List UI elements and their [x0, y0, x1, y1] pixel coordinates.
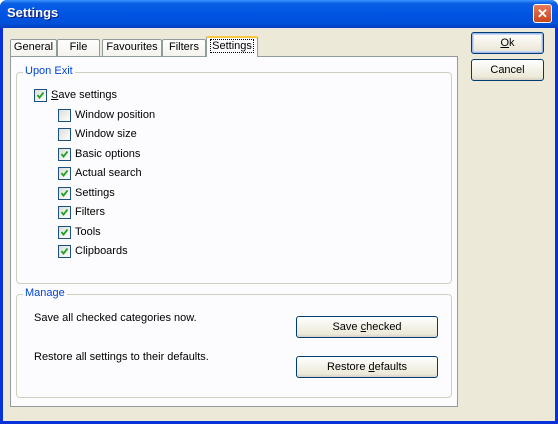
settings-box[interactable] — [58, 187, 71, 200]
ok-accel: O — [500, 37, 510, 49]
window-size-box[interactable] — [58, 128, 71, 141]
save-checked-button[interactable]: Save checked — [296, 316, 438, 338]
save-settings-label-rest: ave settings — [58, 89, 118, 101]
dialog-client-area: General File Favourites Filters Settings… — [3, 28, 555, 421]
check-icon — [61, 248, 68, 255]
tab-settings-label: Settings — [210, 39, 254, 53]
settings-window: Settings ✕ General File Favourites Filte… — [0, 0, 558, 424]
window-position-label: Window position — [75, 109, 156, 121]
manage-label: Manage — [23, 287, 67, 299]
tab-filters[interactable]: Filters — [162, 39, 206, 56]
cancel-button[interactable]: Cancel — [471, 59, 544, 81]
title-bar[interactable]: Settings ✕ — [0, 0, 558, 28]
cancel-label: Cancel — [490, 64, 525, 76]
actual-search-label: Actual search — [75, 167, 142, 179]
window-position-box[interactable] — [58, 109, 71, 122]
save-settings-label: Save settings — [51, 89, 117, 102]
check-icon — [37, 92, 44, 99]
save-description: Save all checked categories now. — [34, 312, 197, 324]
manage-group: Manage Save all checked categories now. … — [16, 287, 452, 398]
check-icon — [61, 151, 68, 158]
window-title: Settings — [7, 5, 59, 20]
tab-file-label: File — [69, 41, 88, 53]
check-icon — [61, 190, 68, 197]
tab-favourites-label: Favourites — [106, 41, 158, 53]
actual-search-box[interactable] — [58, 167, 71, 180]
save-checked-label-pre: Save — [332, 321, 361, 333]
restore-defaults-label-pre: Restore — [326, 361, 369, 373]
upon-exit-group: Upon Exit Save settings Window position … — [16, 65, 452, 284]
ok-button[interactable]: Ok — [471, 32, 544, 54]
tab-general[interactable]: General — [10, 39, 57, 56]
tab-file[interactable]: File — [57, 39, 100, 56]
tools-box[interactable] — [58, 226, 71, 239]
restore-defaults-button[interactable]: Restore defaults — [296, 356, 438, 378]
basic-options-label: Basic options — [75, 148, 141, 160]
restore-defaults-label-post: efaults — [374, 361, 408, 373]
settings-tab-panel: Upon Exit Save settings Window position … — [10, 56, 458, 407]
save-settings-box[interactable] — [34, 89, 47, 102]
close-icon: ✕ — [537, 6, 548, 21]
tools-label: Tools — [75, 226, 101, 238]
upon-exit-label: Upon Exit — [23, 65, 75, 77]
check-icon — [61, 229, 68, 236]
tab-filters-label: Filters — [169, 41, 199, 53]
settings-label: Settings — [75, 187, 115, 199]
tab-settings[interactable]: Settings — [206, 36, 258, 57]
check-icon — [61, 209, 68, 216]
filters-label: Filters — [75, 206, 105, 218]
check-icon — [61, 170, 68, 177]
clipboards-label: Clipboards — [75, 245, 128, 257]
filters-box[interactable] — [58, 206, 71, 219]
restore-description: Restore all settings to their defaults. — [34, 351, 209, 363]
tab-favourites[interactable]: Favourites — [102, 39, 162, 56]
tab-general-label: General — [13, 41, 54, 53]
clipboards-box[interactable] — [58, 245, 71, 258]
ok-label-rest: k — [509, 37, 515, 49]
save-checked-label-post: hecked — [366, 321, 402, 333]
close-button[interactable]: ✕ — [533, 4, 552, 23]
window-size-label: Window size — [75, 128, 137, 140]
basic-options-box[interactable] — [58, 148, 71, 161]
